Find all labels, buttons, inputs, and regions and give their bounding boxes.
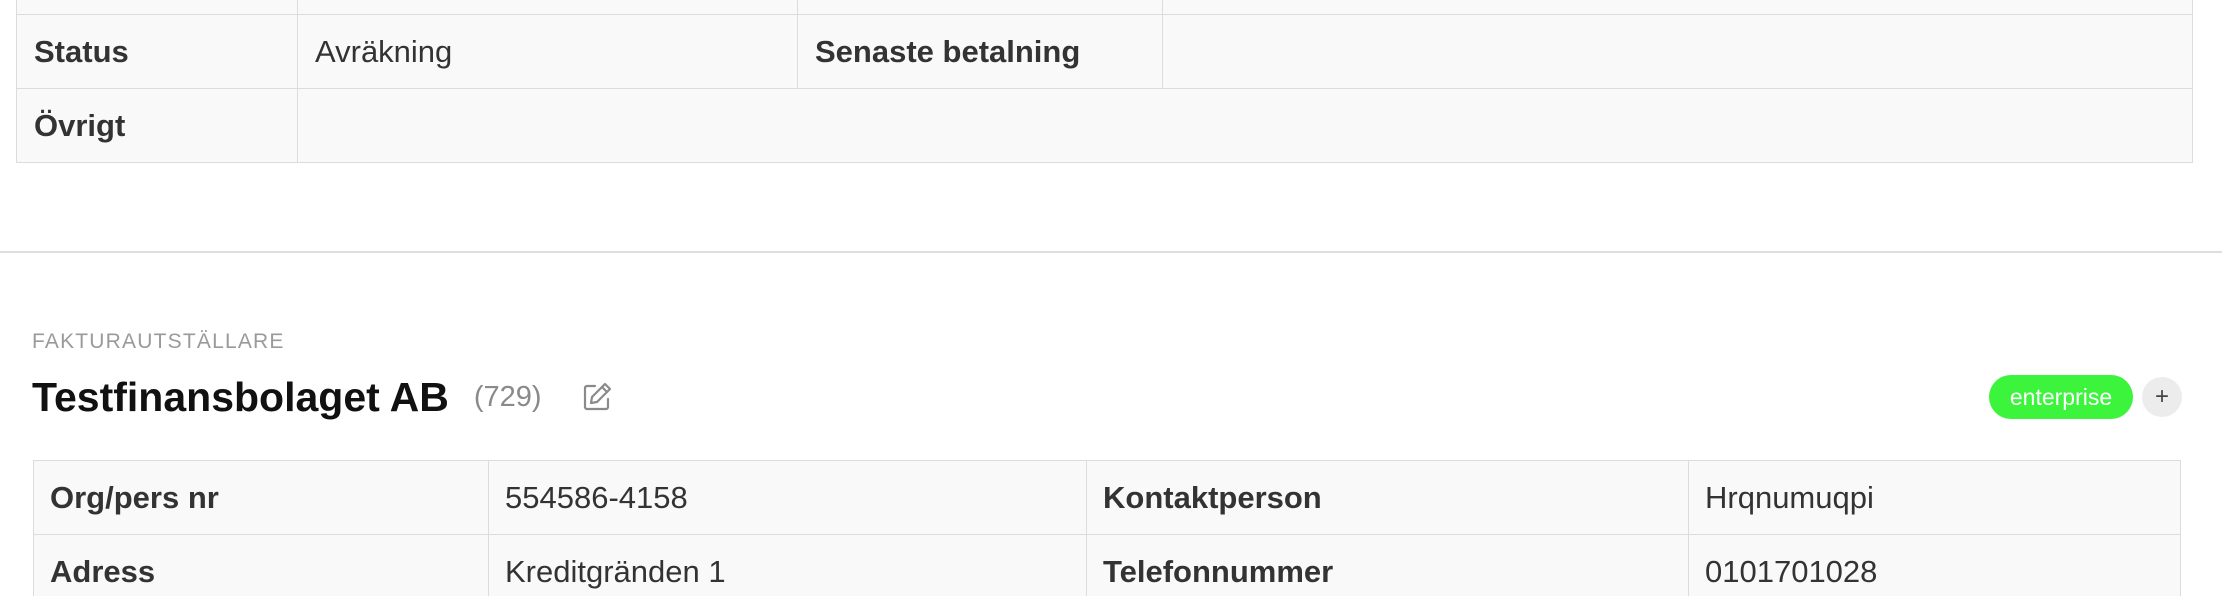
other-label: Övrigt xyxy=(16,88,298,163)
table-row: Adress Kreditgränden 1 Telefonnummer 010… xyxy=(33,534,2181,596)
status-value: Avräkning xyxy=(297,14,798,89)
table-row-status: Status Avräkning Senaste betalning xyxy=(16,14,2193,89)
address-value: Kreditgränden 1 xyxy=(488,534,1087,596)
phone-value: 0101701028 xyxy=(1688,534,2181,596)
table-row-other: Övrigt xyxy=(16,88,2193,163)
other-value xyxy=(297,88,2193,163)
details-table: Status Avräkning Senaste betalning Övrig… xyxy=(16,0,2193,163)
status-label: Status xyxy=(16,14,298,89)
org-number-value: 554586-4158 xyxy=(488,460,1087,535)
latest-payment-value xyxy=(1162,14,2193,89)
latest-payment-label: Senaste betalning xyxy=(797,14,1163,89)
issuer-info-table: Org/pers nr 554586-4158 Kontaktperson Hr… xyxy=(33,460,2181,596)
org-number-label: Org/pers nr xyxy=(33,460,489,535)
section-divider xyxy=(0,251,2222,253)
company-id: (729) xyxy=(473,380,542,413)
company-name: Testfinansbolaget AB xyxy=(32,373,449,420)
issuer-title-row: Testfinansbolaget AB (729) xyxy=(32,372,614,422)
contact-person-value: Hrqnumuqpi xyxy=(1688,460,2181,535)
contact-person-label: Kontaktperson xyxy=(1086,460,1689,535)
phone-label: Telefonnummer xyxy=(1086,534,1689,596)
page: Status Avräkning Senaste betalning Övrig… xyxy=(0,0,2222,596)
section-label: FAKTURAUTSTÄLLARE xyxy=(32,330,285,353)
table-row: Org/pers nr 554586-4158 Kontaktperson Hr… xyxy=(33,460,2181,535)
add-tag-button[interactable]: + xyxy=(2142,377,2182,417)
enterprise-tag[interactable]: enterprise xyxy=(1989,375,2133,419)
table-row xyxy=(16,0,2193,15)
address-label: Adress xyxy=(33,534,489,596)
edit-icon[interactable] xyxy=(580,380,614,414)
